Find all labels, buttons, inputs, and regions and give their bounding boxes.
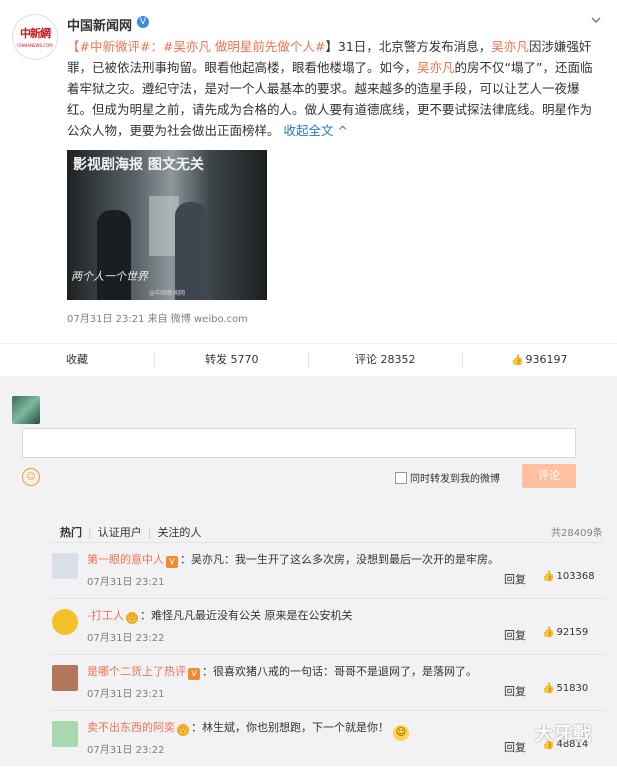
tab-hot[interactable]: 热门 <box>60 526 82 539</box>
action-divider <box>308 353 309 367</box>
commenter-avatar[interactable] <box>52 553 78 579</box>
smiley-emoji-icon: ☺ <box>393 725 409 741</box>
comment-like-button[interactable]: 👍 92159 <box>542 627 588 638</box>
commenter-name[interactable]: 卖不出东西的阿奕 <box>87 721 175 734</box>
topic-tag-wuyifan[interactable]: #吴亦凡 做明星前先做个人# <box>163 39 325 54</box>
tab-verified-users[interactable]: 认证用户 <box>98 526 142 539</box>
mention-wuyifan-1[interactable]: 吴亦凡 <box>491 39 529 54</box>
publisher-name[interactable]: 中国新闻网 <box>67 15 132 34</box>
commenter-avatar[interactable] <box>52 665 78 691</box>
comment-content: ：吴亦凡：我一生开了这么多次房，没想到最后一次开的是牢房。 <box>180 553 499 566</box>
post-action-bar: 收藏 转发 5770 评论 28352 👍 936197 <box>0 343 617 377</box>
comment-total: 共28409条 <box>551 528 603 539</box>
action-divider <box>462 353 463 367</box>
comment-row: 第一眼的意中人 V ：吴亦凡：我一生开了这么多次房，没想到最后一次开的是牢房。 07… <box>50 542 605 599</box>
reply-button[interactable]: 回复 <box>504 683 526 699</box>
topic-tag-zhongxinweiping[interactable]: 【#中新微评#： <box>67 39 163 54</box>
verified-icon: V <box>137 16 149 28</box>
comment-row: 卖不出东西的阿奕 👑 ：林生斌，你也别想跑，下一个就是你！ ☺ 07月31日 23:2… <box>50 710 605 767</box>
tab-following[interactable]: 关注的人 <box>157 526 201 539</box>
commenter-name[interactable]: -打工人 <box>87 609 124 622</box>
tab-divider: | <box>147 526 152 539</box>
reply-button[interactable]: 回复 <box>504 627 526 643</box>
like-button[interactable]: 👍 936197 <box>511 344 567 376</box>
image-caption: 影视剧海报 图文无关 <box>73 157 204 173</box>
post-meta: 07月31日 23:21 来自 微博 weibo.com <box>67 314 248 325</box>
action-divider <box>154 353 155 367</box>
comment-like-count: 103368 <box>556 571 595 582</box>
corner-watermark: 大牙戰 <box>535 724 592 745</box>
my-avatar[interactable] <box>12 396 40 424</box>
comment-text-line: -打工人 👑 ：难怪凡凡最近没有公关 原来是在公安机关 <box>87 607 352 624</box>
chevron-down-icon[interactable] <box>590 14 604 28</box>
comment-row: 是哪个二货上了热评 V ：很喜欢猪八戒的一句话：哥哥不是退网了，是落网了。 07月3… <box>50 654 605 711</box>
forward-button[interactable]: 转发 5770 <box>205 344 259 376</box>
publisher-logo-sub: CHINANEWS.COM <box>17 43 53 48</box>
comment-like-count: 51830 <box>556 683 589 694</box>
image-figure-left <box>97 210 131 300</box>
reply-button[interactable]: 回复 <box>504 739 526 755</box>
collapse-text-link[interactable]: 收起全文 ^ <box>284 123 348 138</box>
verified-badge-icon: V <box>166 556 178 568</box>
commenter-avatar[interactable] <box>52 609 78 635</box>
crown-badge-icon: 👑 <box>125 612 138 624</box>
comment-button[interactable]: 评论 28352 <box>355 344 416 376</box>
commenter-name[interactable]: 第一眼的意中人 <box>87 553 164 566</box>
collect-button[interactable]: 收藏 <box>66 344 88 376</box>
forward-checkbox-label: 同时转发到我的微博 <box>410 474 500 485</box>
emoji-icon[interactable]: ☺ <box>22 468 40 486</box>
comment-text-line: 是哪个二货上了热评 V ：很喜欢猪八戒的一句话：哥哥不是退网了，是落网了。 <box>87 663 477 680</box>
post-text-part1: 】31日，北京警方发布消息， <box>325 39 492 54</box>
post-body: 【#中新微评#：#吴亦凡 做明星前先做个人#】31日，北京警方发布消息，吴亦凡因… <box>67 36 602 141</box>
comment-time: 07月31日 23:21 <box>87 577 165 588</box>
chevron-up-icon: ^ <box>333 123 348 138</box>
commenter-avatar[interactable] <box>52 721 78 747</box>
image-script-text: 两个人一个世界 <box>71 270 148 283</box>
comment-like-button[interactable]: 👍 51830 <box>542 683 588 694</box>
publisher-logo-text: 中新網 <box>20 27 51 40</box>
image-watermark: @中国新闻网 <box>149 290 186 297</box>
thumbs-up-icon: 👍 <box>542 683 555 694</box>
thumbs-up-icon: 👍 <box>511 355 524 366</box>
thumbs-up-icon: 👍 <box>542 571 555 582</box>
thumbs-up-icon: 👍 <box>542 627 555 638</box>
comment-row: -打工人 👑 ：难怪凡凡最近没有公关 原来是在公安机关 07月31日 23:22 回… <box>50 598 605 655</box>
comment-text-line: 卖不出东西的阿奕 👑 ：林生斌，你也别想跑，下一个就是你！ ☺ <box>87 719 409 741</box>
commenter-name[interactable]: 是哪个二货上了热评 <box>87 665 186 678</box>
image-figure-right <box>175 202 207 300</box>
mention-wuyifan-2[interactable]: 吴亦凡 <box>417 60 455 75</box>
forward-checkbox[interactable] <box>395 472 407 484</box>
comment-content: ：很喜欢猪八戒的一句话：哥哥不是退网了，是落网了。 <box>202 665 477 678</box>
comment-text-line: 第一眼的意中人 V ：吴亦凡：我一生开了这么多次房，没想到最后一次开的是牢房。 <box>87 551 499 568</box>
comment-filter-tabs: 热门 | 认证用户 | 关注的人 <box>60 524 207 540</box>
weibo-post: 中新網 CHINANEWS.COM 中国新闻网 V 【#中新微评#：#吴亦凡 做… <box>0 0 617 343</box>
comment-section: ☺ 同时转发到我的微博 评论 热门 | 认证用户 | 关注的人 共28409条 第一眼的… <box>0 376 617 766</box>
comment-like-button[interactable]: 👍 103368 <box>542 571 595 582</box>
comment-input[interactable] <box>22 428 576 458</box>
reply-button[interactable]: 回复 <box>504 571 526 587</box>
comment-time: 07月31日 23:22 <box>87 745 165 756</box>
publisher-avatar[interactable]: 中新網 CHINANEWS.COM <box>12 14 58 60</box>
comment-content: ：林生斌，你也别想跑，下一个就是你！ <box>191 721 389 734</box>
comment-content: ：难怪凡凡最近没有公关 原来是在公安机关 <box>139 609 353 622</box>
post-image[interactable]: 影视剧海报 图文无关 两个人一个世界 @中国新闻网 <box>67 150 267 300</box>
tab-divider: | <box>88 526 92 539</box>
submit-comment-button[interactable]: 评论 <box>522 464 576 488</box>
comment-like-count: 92159 <box>556 627 589 638</box>
comment-time: 07月31日 23:22 <box>87 633 165 644</box>
like-count: 936197 <box>525 353 568 366</box>
crown-badge-icon: 👑 <box>177 724 189 736</box>
verified-badge-icon: V <box>188 668 200 680</box>
comment-time: 07月31日 23:21 <box>87 689 165 700</box>
